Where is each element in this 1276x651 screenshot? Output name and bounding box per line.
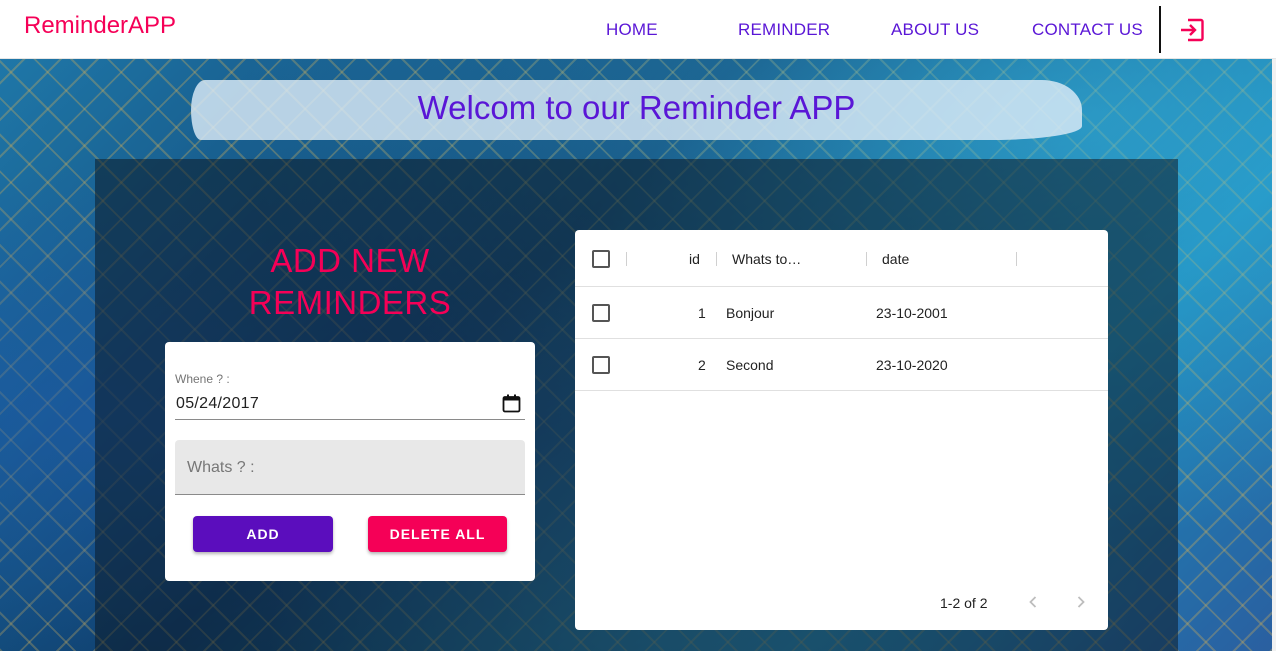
column-separator[interactable] [716, 252, 717, 266]
row-checkbox[interactable] [592, 356, 610, 374]
whats-placeholder: Whats ? : [187, 459, 255, 476]
calendar-icon[interactable] [502, 394, 521, 413]
nav-contact-us[interactable]: CONTACT US [1032, 20, 1143, 40]
delete-all-button[interactable]: DELETE ALL [368, 516, 507, 552]
nav-home[interactable]: HOME [606, 20, 658, 40]
add-reminders-title: ADD NEW REMINDERS [165, 240, 535, 324]
nav-divider [1159, 6, 1161, 53]
nav-reminder[interactable]: REMINDER [738, 20, 830, 40]
reminders-table [575, 230, 1108, 630]
column-separator[interactable] [626, 252, 627, 266]
date-field[interactable]: 05/24/2017 [176, 395, 259, 413]
cell-whats: Bonjour [726, 305, 775, 321]
column-separator[interactable] [866, 252, 867, 266]
cell-date: 23-10-2001 [876, 305, 948, 321]
app-header: ReminderAPP HOME REMINDER ABOUT US CONTA… [0, 0, 1276, 59]
add-button[interactable]: ADD [193, 516, 333, 552]
cell-id: 2 [698, 357, 706, 373]
nav-about-us[interactable]: ABOUT US [891, 20, 979, 40]
welcome-title: Welcom to our Reminder APP [417, 89, 856, 126]
chevron-left-icon[interactable] [1024, 593, 1042, 611]
column-header-whats[interactable]: Whats to… [732, 251, 801, 267]
row-checkbox[interactable] [592, 304, 610, 322]
add-title-line2: REMINDERS [248, 284, 452, 321]
cell-date: 23-10-2020 [876, 357, 948, 373]
date-field-underline [175, 419, 525, 420]
scrollbar[interactable] [1272, 59, 1276, 651]
select-all-checkbox[interactable] [592, 250, 610, 268]
brand-logo[interactable]: ReminderAPP [24, 12, 176, 40]
cell-whats: Second [726, 357, 774, 373]
chevron-right-icon[interactable] [1072, 593, 1090, 611]
cell-id: 1 [698, 305, 706, 321]
pagination-label: 1-2 of 2 [940, 595, 988, 611]
date-field-label: Whene ? : [175, 372, 230, 386]
column-separator[interactable] [1016, 252, 1017, 266]
column-header-date[interactable]: date [882, 251, 909, 267]
row-divider [575, 338, 1108, 339]
header-divider [575, 286, 1108, 287]
logout-icon[interactable] [1177, 15, 1207, 45]
row-divider [575, 390, 1108, 391]
add-title-line1: ADD NEW [270, 242, 430, 279]
column-header-id[interactable]: id [689, 251, 700, 267]
